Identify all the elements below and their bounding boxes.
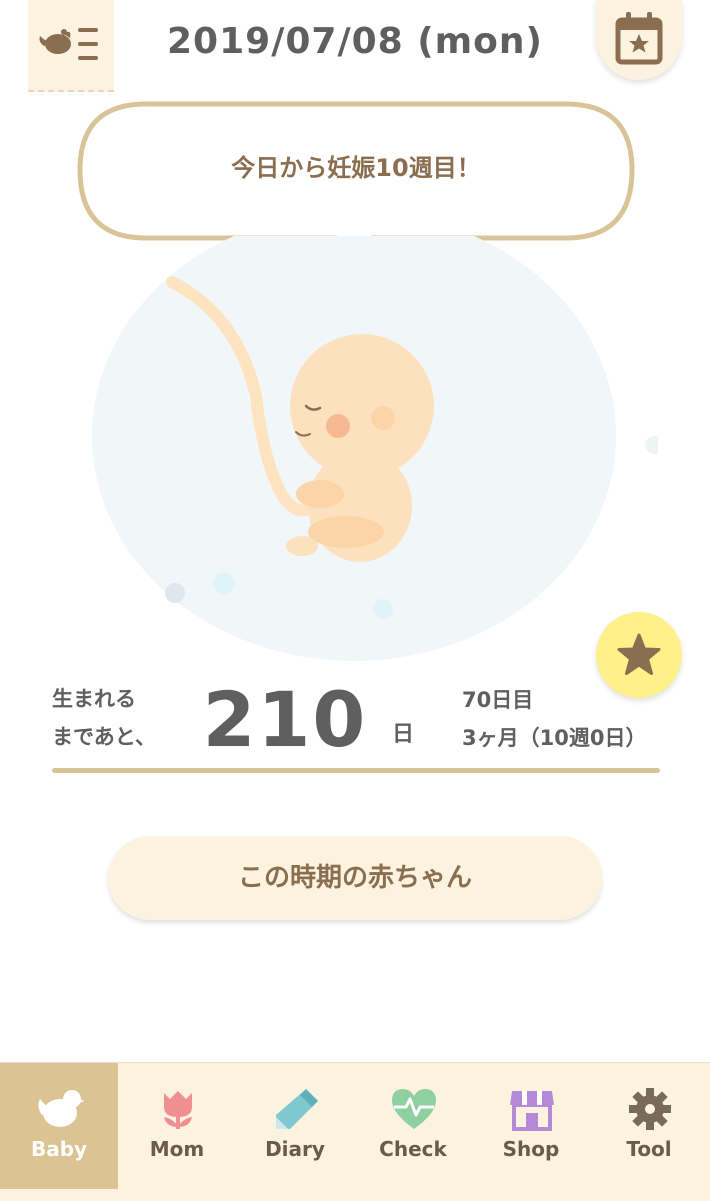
tab-label: Check — [379, 1137, 447, 1161]
bubble-dot — [373, 599, 393, 619]
bird-icon — [38, 1090, 84, 1127]
tab-check[interactable]: Check — [354, 1063, 472, 1189]
tab-shop[interactable]: Shop — [472, 1063, 590, 1189]
tab-mom[interactable]: Mom — [118, 1063, 236, 1189]
tulip-icon — [164, 1091, 192, 1129]
fetus-illustration — [88, 211, 663, 676]
fetus-leg — [308, 516, 384, 548]
week-count: 3ヶ月（10週0日） — [462, 726, 647, 750]
fetus-foot — [286, 536, 318, 556]
days-remaining: 210 — [202, 675, 368, 764]
days-unit: 日 — [392, 722, 415, 747]
bubble-dot — [213, 572, 235, 594]
tab-tool[interactable]: Tool — [590, 1063, 708, 1189]
heart-pulse-icon — [392, 1089, 436, 1129]
tab-label: Baby — [30, 1137, 88, 1161]
tab-bar: Baby Mom Diary Check Shop Tool — [0, 1062, 710, 1201]
countdown-label: 生まれる まであと、 — [52, 680, 202, 756]
bubble-message: 今日から妊娠10週目！ — [231, 154, 481, 182]
tab-diary[interactable]: Diary — [236, 1063, 354, 1189]
tab-label: Mom — [149, 1137, 205, 1161]
divider — [52, 768, 660, 773]
tab-label: Shop — [502, 1137, 560, 1161]
pencil-icon — [276, 1089, 318, 1129]
calendar-button[interactable] — [596, 0, 682, 80]
baby-info-button[interactable]: この時期の赤ちゃん — [108, 836, 602, 920]
countdown-label-line2: まであと、 — [52, 725, 156, 749]
day-count: 70日目 — [462, 688, 534, 712]
favorite-button[interactable] — [596, 612, 682, 698]
gear-icon — [629, 1088, 671, 1130]
fetus-ear — [371, 406, 395, 430]
countdown-label-line1: 生まれる — [52, 687, 136, 711]
fetus-arm — [296, 480, 344, 508]
star-icon — [617, 633, 661, 675]
date-title: 2019/07/08 (mon) — [167, 21, 543, 62]
tab-label: Diary — [265, 1137, 325, 1161]
fetus-cheek — [326, 414, 350, 438]
menu-button[interactable] — [28, 0, 114, 92]
store-icon — [510, 1091, 554, 1131]
tab-label: Tool — [626, 1137, 672, 1161]
bird-menu-icon — [39, 28, 98, 60]
calendar-star-icon — [615, 12, 663, 65]
bubble-dot — [165, 583, 185, 603]
fetus-head — [290, 334, 434, 478]
bubble-dot — [645, 436, 663, 454]
tab-baby[interactable]: Baby — [0, 1063, 118, 1189]
